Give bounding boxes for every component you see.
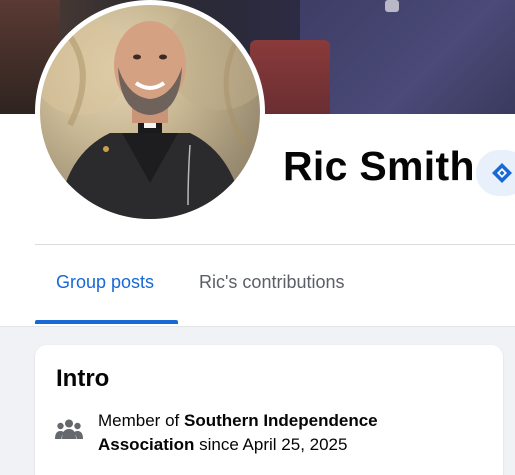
intro-card: Intro Member of Southern Independence As…: [35, 345, 503, 475]
tab-group-posts[interactable]: Group posts: [56, 272, 154, 293]
profile-name[interactable]: Ric Smith: [283, 143, 475, 190]
active-tab-indicator: [35, 320, 178, 324]
tab-contributions[interactable]: Ric's contributions: [199, 272, 345, 293]
avatar-photo: [40, 5, 260, 219]
cover-photo-detail: [300, 0, 515, 114]
membership-info: Member of Southern Independence Associat…: [98, 409, 428, 457]
header-divider: [35, 244, 515, 245]
admin-diamond-badge-icon: [492, 163, 512, 183]
membership-since: since April 25, 2025: [194, 435, 348, 454]
membership-prefix: Member of: [98, 411, 184, 430]
admin-badge[interactable]: [476, 150, 515, 196]
avatar[interactable]: [35, 0, 265, 224]
cover-photo-detail: [385, 0, 399, 12]
group-member-profile-page: Ric Smith Group posts Ric's contribution…: [0, 0, 515, 475]
intro-title: Intro: [56, 365, 110, 392]
group-members-icon: [55, 419, 83, 439]
